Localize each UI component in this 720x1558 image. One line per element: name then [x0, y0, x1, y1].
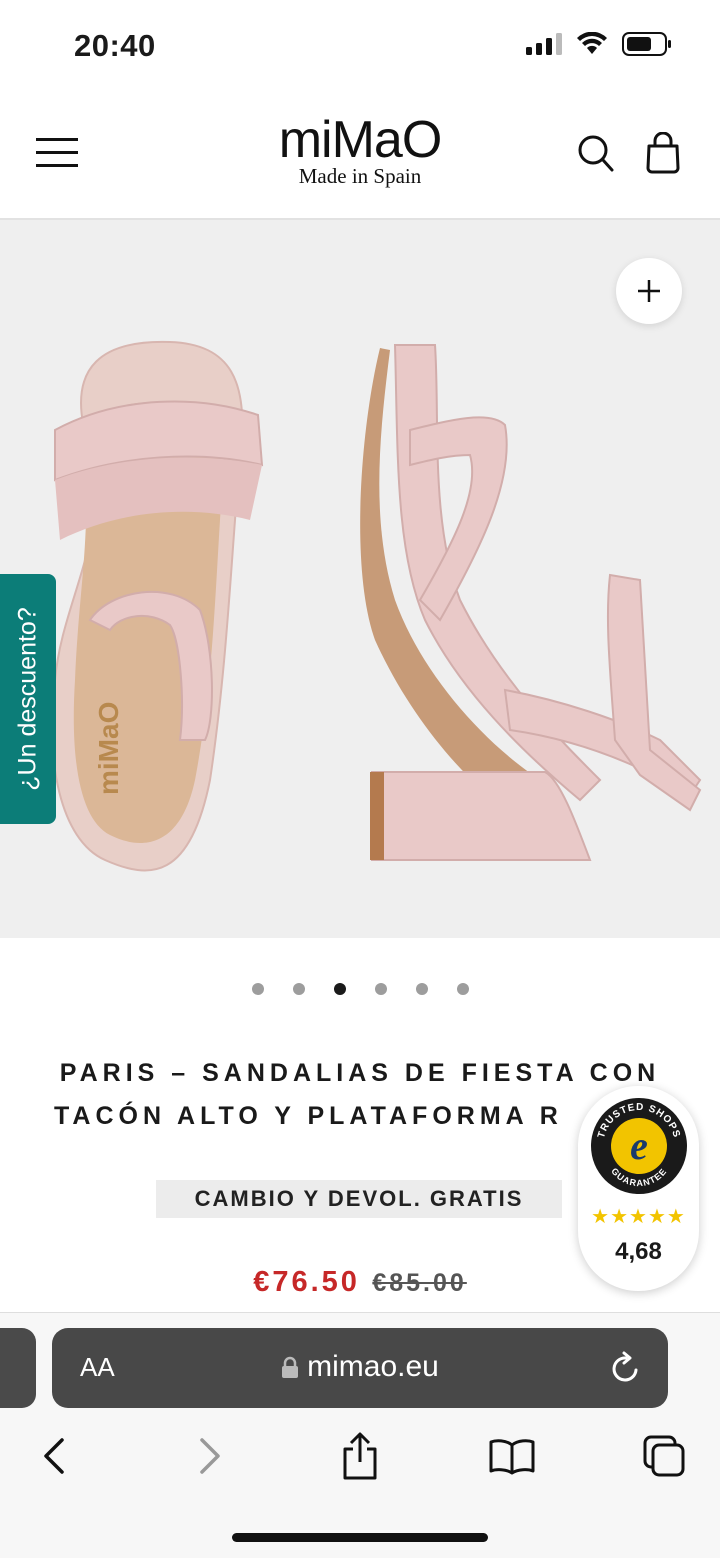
cellular-signal-icon [526, 33, 562, 55]
product-title-line-1: PARIS – SANDALIAS DE FIESTA CON [59, 1059, 661, 1087]
carousel-dot[interactable] [292, 983, 305, 995]
shopping-bag-icon[interactable] [645, 132, 681, 174]
book-icon [489, 1439, 535, 1475]
chevron-right-icon [200, 1438, 220, 1474]
url-text: mimao.eu [307, 1350, 439, 1383]
site-header: miMaO Made in Spain [0, 90, 720, 220]
previous-tab-peek[interactable] [0, 1328, 36, 1408]
wifi-icon [577, 32, 607, 54]
chevron-left-icon [44, 1438, 64, 1474]
rating-value: 4,68 [615, 1238, 662, 1265]
svg-text:e: e [630, 1123, 648, 1168]
discount-tab-label: ¿Un descuento? [13, 607, 42, 791]
carousel-dot[interactable] [415, 983, 428, 995]
product-image: miMaO [51, 340, 702, 872]
sandal-side-view [360, 344, 702, 861]
home-indicator [232, 1533, 488, 1542]
share-icon [343, 1432, 377, 1480]
plus-icon [638, 280, 660, 302]
back-button[interactable] [24, 1428, 84, 1484]
original-price: €85.00 [372, 1269, 467, 1297]
search-icon[interactable] [577, 134, 615, 174]
carousel-dot-active[interactable] [333, 983, 346, 995]
address-bar[interactable]: AA mimao.eu [52, 1328, 668, 1408]
zoom-button[interactable] [616, 258, 682, 324]
tabs-icon [643, 1435, 685, 1477]
reload-icon[interactable] [610, 1350, 642, 1386]
carousel-dot[interactable] [456, 983, 469, 995]
carousel-dot[interactable] [251, 983, 264, 995]
trusted-shops-seal-icon: e TRUSTED SHOPS GUARANTEE [591, 1098, 687, 1194]
product-image-gallery[interactable]: miMaO [0, 220, 720, 938]
rating-stars-icon: ★★★★★ [591, 1206, 686, 1228]
discount-tab[interactable]: ¿Un descuento? [0, 574, 56, 824]
lock-icon [282, 1356, 299, 1378]
status-icons [526, 32, 672, 56]
tabs-button[interactable] [634, 1428, 694, 1484]
share-button[interactable] [330, 1428, 390, 1484]
forward-button[interactable] [180, 1428, 240, 1484]
status-time: 20:40 [74, 28, 156, 63]
trusted-shops-badge[interactable]: e TRUSTED SHOPS GUARANTEE ★★★★★ 4,68 [578, 1086, 699, 1291]
carousel-dot[interactable] [374, 983, 387, 995]
sandal-top-view: miMaO [51, 340, 264, 872]
battery-icon [622, 32, 671, 56]
carousel-dots [0, 983, 720, 995]
insole-logo-icon: miMaO [93, 702, 124, 795]
bookmarks-button[interactable] [482, 1428, 542, 1484]
url-display[interactable]: mimao.eu [52, 1350, 668, 1384]
free-returns-badge: CAMBIO Y DEVOL. GRATIS [156, 1180, 562, 1218]
sale-price: €76.50 [253, 1266, 360, 1298]
